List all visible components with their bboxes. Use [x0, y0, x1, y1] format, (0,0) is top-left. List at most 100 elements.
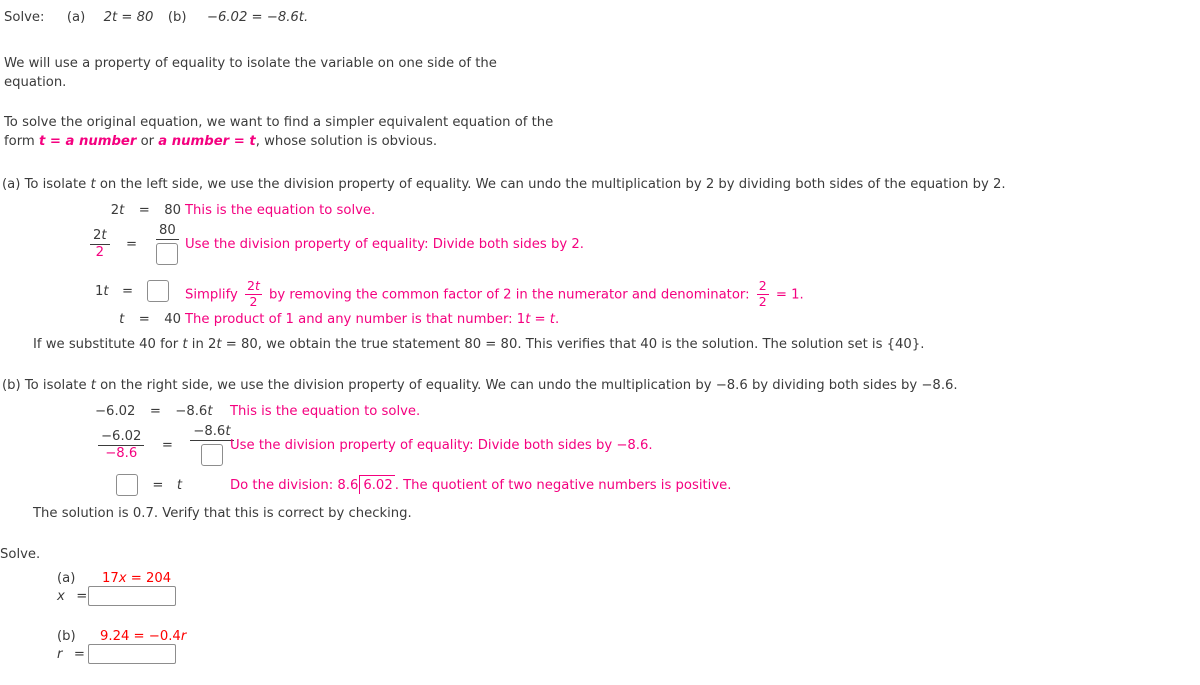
exercise-heading: Solve.: [0, 547, 41, 562]
b-step2-right-numerator: −8.6t: [190, 425, 234, 441]
step4-rhs: 40: [164, 312, 181, 327]
exercise-item-a-answer-label: x =: [57, 588, 87, 605]
b-step3-rhs: t: [176, 478, 183, 493]
step3-note-prefix: Simplify: [185, 287, 242, 303]
part-b-step2-note: Use the division property of equality: D…: [230, 438, 653, 453]
b-step3-equals: =: [152, 478, 164, 493]
step3-note-fraction-1: 2t 2: [245, 278, 262, 309]
intro-line4-conjunction: or: [136, 134, 159, 149]
b-step3-answer-input[interactable]: [116, 474, 138, 496]
step2-equals: =: [125, 236, 138, 252]
intro-line4-suffix: , whose solution is obvious.: [255, 134, 438, 149]
problem-part-a-equation: 2t = 80: [103, 10, 154, 25]
part-b-step3-note: Do the division: 8.6 6.02. The quotient o…: [230, 475, 731, 494]
step2-left-fraction: 2t 2: [90, 229, 110, 260]
intro-paragraph-1: We will use a property of equality to is…: [4, 54, 624, 92]
form-expression-2: a number = t: [158, 134, 256, 149]
step2-left-numerator: 2t: [90, 229, 110, 245]
part-a-intro-rest: on the left side, we use the division pr…: [95, 177, 1006, 192]
part-a-step2-equation: 2t 2 = 80: [88, 224, 183, 265]
part-a-step4-note: The product of 1 and any number is that …: [185, 311, 559, 328]
problem-statement: Solve: (a) 2t = 80 (b) −6.02 = −8.6t.: [4, 9, 308, 26]
step3-note-frac2-den: 2: [758, 293, 767, 309]
step3-note-frac2-num: 2: [756, 278, 769, 295]
b-step2-right-fraction: −8.6t: [190, 425, 234, 466]
part-b-step1-note: This is the equation to solve.: [230, 404, 421, 419]
step3-note-frac1-num: 2t: [245, 278, 262, 295]
exercise-a-equals: =: [76, 589, 88, 604]
step2-right-fraction: 80: [153, 224, 181, 265]
step3-lhs: 1t: [95, 284, 109, 299]
exercise-item-b-equation: 9.24 = −0.4r: [100, 629, 187, 644]
intro-line4-prefix: form: [4, 134, 39, 149]
step2-right-denominator: [153, 240, 181, 265]
solve-label: Solve:: [4, 10, 45, 25]
part-a-intro: (a) To isolate t on the left side, we us…: [2, 176, 1006, 193]
part-a-step3-equation: 1t =: [95, 280, 170, 302]
b-step1-rhs: −8.6t: [175, 404, 213, 419]
long-division-divisor: 8.6: [337, 478, 359, 493]
step1-rhs: 80: [164, 203, 181, 218]
exercise-item-b-answer-label: r =: [57, 646, 85, 663]
intro-line-4: form t = a number or a number = t, whose…: [4, 132, 644, 151]
problem-part-b-equation: −6.02 = −8.6t.: [206, 10, 309, 25]
step3-equals: =: [121, 284, 134, 299]
step1-lhs: 2t: [110, 203, 125, 218]
long-division-dividend: 6.02: [363, 478, 393, 493]
intro-line-2: equation.: [4, 75, 67, 90]
part-a-step1-note: This is the equation to solve.: [185, 203, 376, 218]
part-b-intro-rest: on the right side, we use the division p…: [95, 378, 958, 393]
exercise-item-b-tag: (b): [57, 629, 76, 644]
form-expression-1: t = a number: [38, 134, 137, 149]
part-b-step3-equation: = t: [116, 474, 182, 496]
b-step3-note-suffix: . The quotient of two negative numbers i…: [394, 478, 732, 493]
problem-part-b-tag: (b): [167, 10, 187, 25]
step3-note-fraction-2: 22: [756, 278, 769, 309]
step3-note-middle: by removing the common factor of 2 in th…: [264, 287, 754, 303]
step4-lhs: t: [119, 312, 125, 327]
intro-line-1: We will use a property of equality to is…: [4, 56, 497, 71]
part-b-intro: (b) To isolate t on the right side, we u…: [2, 377, 958, 394]
step3-answer-input[interactable]: [147, 280, 170, 302]
exercise-b-answer-input[interactable]: [88, 644, 176, 664]
step1-equals: =: [138, 203, 150, 218]
b-step2-left-denominator: −8.6: [105, 445, 138, 461]
b-step2-left-fraction: −6.02 −8.6: [98, 430, 145, 461]
exercise-item-a-tag: (a): [57, 571, 76, 586]
step4-note-prefix: The product of 1 and any number is that …: [185, 312, 526, 327]
part-a-verification: If we substitute 40 for t in 2t = 80, we…: [33, 336, 924, 353]
step3-note-suffix: = 1.: [771, 287, 804, 303]
long-division-icon: 6.02: [359, 475, 395, 494]
part-a-intro-lead: (a) To isolate: [2, 177, 91, 192]
part-b-step1-equation: −6.02 = −8.6t: [95, 403, 213, 420]
intro-line-3: To solve the original equation, we want …: [4, 115, 554, 130]
step2-left-denominator: 2: [95, 244, 104, 260]
exercise-b-equals: =: [73, 647, 85, 662]
worksheet-page: Solve: (a) 2t = 80 (b) −6.02 = −8.6t. We…: [0, 0, 1200, 685]
part-a-step2-note: Use the division property of equality: D…: [185, 237, 584, 252]
intro-paragraph-2: To solve the original equation, we want …: [4, 113, 644, 151]
verify-part1: If we substitute 40 for: [33, 337, 183, 352]
b-step2-denominator-input[interactable]: [200, 443, 223, 466]
exercise-b-variable: r: [57, 647, 63, 662]
part-b-solution-line: The solution is 0.7. Verify that this is…: [33, 506, 412, 521]
step4-equals: =: [138, 312, 150, 327]
b-step2-right-denominator: [198, 441, 226, 466]
exercise-a-variable: x: [57, 589, 65, 604]
b-step2-equals: =: [161, 437, 173, 453]
verify-part3: = 80, we obtain the true statement 80 = …: [221, 337, 925, 352]
step2-right-numerator: 80: [156, 224, 179, 240]
step4-note-suffix: .: [554, 312, 560, 327]
step2-denominator-input[interactable]: [156, 242, 179, 265]
verify-part2: in 2: [187, 337, 217, 352]
step3-note-frac1-den: 2: [249, 293, 258, 309]
part-a-step3-note: Simplify 2t 2 by removing the common fact…: [185, 278, 804, 309]
part-b-intro-lead: (b) To isolate: [2, 378, 91, 393]
step4-note-middle: =: [530, 312, 550, 327]
b-step1-equals: =: [149, 404, 161, 419]
b-step2-left-numerator: −6.02: [98, 430, 145, 446]
part-a-step4-equation: t = 40: [95, 311, 181, 328]
part-b-step2-equation: −6.02 −8.6 = −8.6t: [96, 425, 236, 466]
exercise-a-answer-input[interactable]: [88, 586, 176, 606]
part-a-step1-equation: 2t = 80: [95, 202, 181, 219]
